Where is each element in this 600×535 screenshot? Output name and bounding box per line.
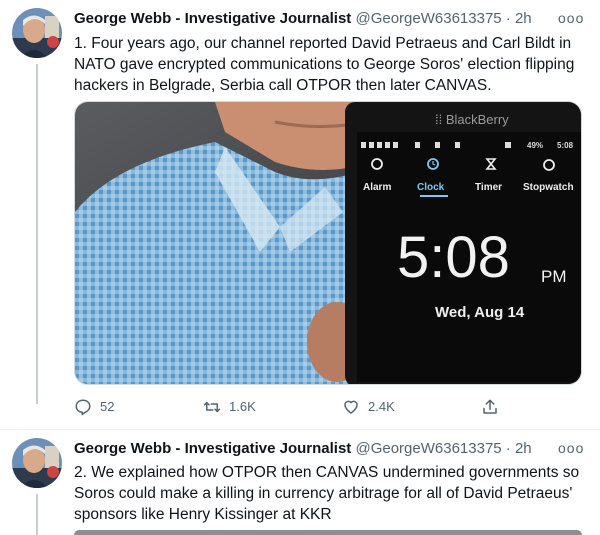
tweet-text: 1. Four years ago, our channel reported … — [74, 35, 575, 94]
tweet-photo[interactable]: ⁞⁞ BlackBerry 49% 5:08 Alarm Clock Timer… — [74, 101, 582, 385]
avatar[interactable] — [12, 438, 62, 488]
author-name[interactable]: George Webb - Investigative Journalist — [74, 440, 351, 457]
more-dots-icon[interactable]: ooo — [558, 440, 583, 460]
clock-ampm: PM — [541, 267, 567, 286]
svg-text:5:08: 5:08 — [557, 141, 574, 150]
tweet-header: George Webb - Investigative Journalist @… — [74, 9, 532, 29]
svg-text:49%: 49% — [527, 141, 543, 150]
like-count: 2.4K — [368, 399, 395, 414]
timestamp[interactable]: 2h — [515, 440, 532, 457]
clock-time: 5:08 — [397, 225, 510, 290]
phone-brand: ⁞⁞ BlackBerry — [435, 112, 509, 127]
retweet-count: 1.6K — [229, 399, 256, 414]
author-handle[interactable]: @GeorgeW63613375 — [355, 10, 501, 27]
author-name[interactable]: George Webb - Investigative Journalist — [74, 10, 351, 27]
tweet-text: 2. We explained how OTPOR then CANVAS un… — [74, 464, 580, 523]
tweet-1[interactable]: George Webb - Investigative Journalist @… — [0, 0, 600, 430]
share-icon — [483, 399, 497, 414]
reply-count: 52 — [100, 399, 115, 414]
clock-date: Wed, Aug 14 — [435, 304, 525, 321]
tweet-2-photo-edge[interactable] — [74, 530, 582, 535]
avatar[interactable] — [12, 8, 62, 58]
reply-button[interactable]: 52 — [74, 396, 114, 418]
tweet-header: George Webb - Investigative Journalist @… — [74, 439, 532, 459]
retweet-button[interactable]: 1.6K — [203, 396, 256, 418]
tweet-actions: 52 1.6K 2.4K — [74, 396, 514, 418]
tab-clock: Clock — [417, 182, 445, 193]
reply-icon — [75, 399, 91, 416]
timestamp[interactable]: 2h — [515, 10, 532, 27]
like-button[interactable]: 2.4K — [342, 396, 395, 418]
tab-stopwatch: Stopwatch — [523, 182, 574, 193]
tab-alarm: Alarm — [363, 182, 391, 193]
thread-line — [36, 64, 38, 404]
heart-icon — [344, 400, 358, 414]
thread-line — [36, 494, 38, 535]
separator: · — [505, 10, 511, 27]
retweet-icon — [203, 401, 221, 413]
share-button[interactable] — [481, 396, 507, 418]
author-handle[interactable]: @GeorgeW63613375 — [355, 440, 501, 457]
separator: · — [505, 440, 511, 457]
more-dots-icon[interactable]: ooo — [558, 10, 583, 30]
tab-timer: Timer — [475, 182, 502, 193]
tweet-2[interactable]: George Webb - Investigative Journalist @… — [0, 430, 600, 535]
